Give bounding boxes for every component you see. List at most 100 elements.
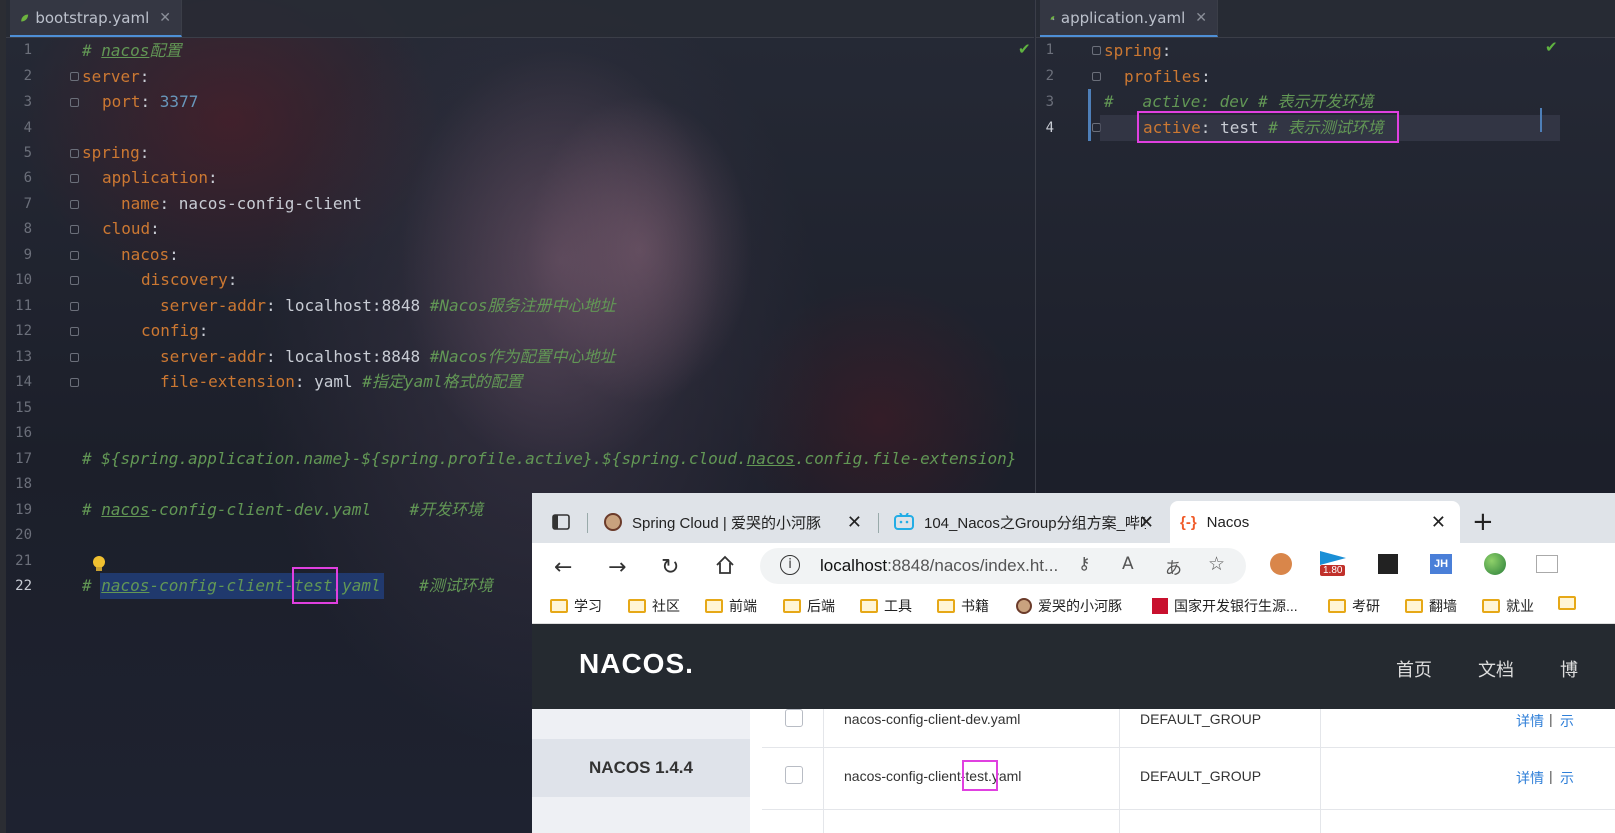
bookmark-folder[interactable]: 书籍 <box>937 596 989 616</box>
tab-bootstrap-yaml[interactable]: bootstrap.yaml ✕ <box>10 0 182 37</box>
code-line-13[interactable]: server-addr: localhost:8848 #Nacos作为配置中心… <box>160 344 616 370</box>
code-line-10[interactable]: discovery: <box>141 267 237 293</box>
bookmark-folder[interactable]: 翻墙 <box>1405 596 1457 616</box>
tab-application-yaml[interactable]: application.yaml ✕ <box>1040 0 1218 37</box>
code-line-22[interactable]: # nacos-config-client-test.yaml #测试环境 <box>82 573 493 599</box>
fold-marker-icon[interactable] <box>70 149 79 158</box>
fold-marker-icon[interactable] <box>1092 72 1101 81</box>
fold-marker-icon[interactable] <box>1092 46 1101 55</box>
fold-marker-icon[interactable] <box>70 276 79 285</box>
address-bar[interactable]: i localhost:8848/nacos/index.ht... ⚷ A あ… <box>760 548 1246 584</box>
forward-arrow-icon[interactable]: → <box>608 555 626 580</box>
url-host: localhost <box>820 556 888 575</box>
bookmark-label: 后端 <box>807 598 835 614</box>
fold-marker-icon[interactable] <box>70 327 79 336</box>
browser-tab-bilibili[interactable]: 104_Nacos之Group分组方案_哔哩 ✕ <box>884 501 1168 543</box>
bookmark-folder[interactable]: 工具 <box>860 596 912 616</box>
bookmark-folder[interactable]: 社区 <box>628 596 680 616</box>
nav-blog-link[interactable]: 博 <box>1560 656 1578 682</box>
bookmark-folder[interactable]: 就业 <box>1482 596 1534 616</box>
bookmark-label: 爱哭的小河豚 <box>1038 598 1122 614</box>
line-number: 7 <box>23 196 32 212</box>
fold-marker-icon[interactable] <box>70 98 79 107</box>
code-line-17[interactable]: # ${spring.application.name}-${spring.pr… <box>82 446 1016 472</box>
change-marker <box>1088 89 1091 141</box>
fold-marker-icon[interactable] <box>70 353 79 362</box>
bookmark-folder[interactable]: 考研 <box>1328 596 1380 616</box>
close-tab-icon[interactable]: ✕ <box>1139 512 1154 533</box>
fold-marker-icon[interactable] <box>70 378 79 387</box>
code-line-7[interactable]: name: nacos-config-client <box>121 191 362 217</box>
lightbulb-icon[interactable] <box>92 555 106 573</box>
code-line-2[interactable]: server: <box>82 64 149 90</box>
bookmark-link[interactable]: 爱哭的小河豚 <box>1016 596 1122 616</box>
back-arrow-icon[interactable]: ← <box>554 555 572 580</box>
new-tab-button[interactable]: + <box>1472 507 1494 537</box>
link-separator: | <box>1549 768 1553 784</box>
site-info-icon[interactable]: i <box>780 555 800 575</box>
line-number: 16 <box>15 425 32 441</box>
translate-icon[interactable]: あ <box>1165 554 1182 579</box>
extension-l-icon[interactable] <box>1378 554 1398 574</box>
fold-marker-icon[interactable] <box>70 200 79 209</box>
line-number: 2 <box>1045 68 1054 84</box>
bookmark-folder[interactable]: 后端 <box>783 596 835 616</box>
extension-globe-icon[interactable] <box>1484 553 1506 575</box>
code-line-6[interactable]: application: <box>102 165 218 191</box>
code-line-19[interactable]: # nacos-config-client-dev.yaml #开发环境 <box>82 497 483 523</box>
bookmark-link[interactable]: 国家开发银行生源... <box>1152 596 1298 616</box>
browser-tab-spring-cloud[interactable]: Spring Cloud | 爱哭的小河豚 ✕ <box>594 501 876 543</box>
add-favorite-icon[interactable]: ☆ <box>1208 553 1225 575</box>
fold-marker-icon[interactable] <box>70 72 79 81</box>
extension-badge: 1.80 <box>1320 565 1346 576</box>
fold-marker-icon[interactable] <box>70 174 79 183</box>
line-number: 8 <box>23 221 32 237</box>
code-line-8[interactable]: cloud: <box>102 216 160 242</box>
extension-player-icon[interactable] <box>1320 551 1346 565</box>
close-tab-icon[interactable]: ✕ <box>1195 10 1207 26</box>
code-line-11[interactable]: server-addr: localhost:8848 #Nacos服务注册中心… <box>160 293 616 319</box>
close-tab-icon[interactable]: ✕ <box>159 10 171 26</box>
row-checkbox[interactable] <box>785 709 803 727</box>
code-line-5[interactable]: spring: <box>82 140 149 166</box>
fold-marker-icon[interactable] <box>70 302 79 311</box>
home-icon[interactable] <box>715 555 735 575</box>
extension-jh-icon[interactable]: JH <box>1430 554 1452 574</box>
row-checkbox[interactable] <box>785 766 803 784</box>
line-number: 12 <box>15 323 32 339</box>
extension-monkey-icon[interactable] <box>1270 553 1292 575</box>
line-number: 3 <box>23 94 32 110</box>
nav-docs-link[interactable]: 文档 <box>1478 656 1514 682</box>
details-link[interactable]: 详情 <box>1516 711 1544 731</box>
close-tab-icon[interactable]: ✕ <box>847 512 862 533</box>
details-link[interactable]: 详情 <box>1516 768 1544 788</box>
fold-marker-icon[interactable] <box>70 251 79 260</box>
reload-icon[interactable]: ↻ <box>661 555 679 580</box>
comment-text: active: dev # 表示开发环境 <box>1142 92 1374 111</box>
folder-icon <box>860 599 878 613</box>
key-icon[interactable]: ⚷ <box>1078 554 1090 574</box>
browser-tab-nacos[interactable]: {-} Nacos ✕ <box>1170 501 1460 543</box>
bookmark-folder[interactable]: 前端 <box>705 596 757 616</box>
code-line-12[interactable]: config: <box>141 318 208 344</box>
code-line-9[interactable]: nacos: <box>121 242 179 268</box>
inspection-ok-icon[interactable]: ✔ <box>1545 38 1558 56</box>
bookmark-folder[interactable] <box>1558 596 1576 610</box>
nav-home-link[interactable]: 首页 <box>1396 656 1432 682</box>
nacos-logo[interactable]: NACOS. <box>579 648 694 680</box>
sample-code-link[interactable]: 示 <box>1560 768 1574 788</box>
yaml-key: cloud <box>102 219 151 238</box>
tab-actions-icon[interactable] <box>552 513 570 531</box>
bookmark-folder[interactable]: 学习 <box>550 596 602 616</box>
code-line-3[interactable]: port: 3377 <box>102 89 198 115</box>
code-line-1[interactable]: # nacos配置 <box>82 38 181 64</box>
fold-marker-icon[interactable] <box>70 225 79 234</box>
sample-code-link[interactable]: 示 <box>1560 711 1574 731</box>
close-tab-icon[interactable]: ✕ <box>1431 512 1446 533</box>
code-line-1[interactable]: spring: <box>1104 38 1171 64</box>
code-line-14[interactable]: file-extension: yaml #指定yaml格式的配置 <box>160 369 522 395</box>
extension-download-icon[interactable] <box>1536 555 1558 573</box>
code-line-2[interactable]: profiles: <box>1124 64 1211 90</box>
inspection-ok-icon[interactable]: ✔ <box>1018 40 1031 58</box>
read-aloud-icon[interactable]: A <box>1122 554 1134 574</box>
